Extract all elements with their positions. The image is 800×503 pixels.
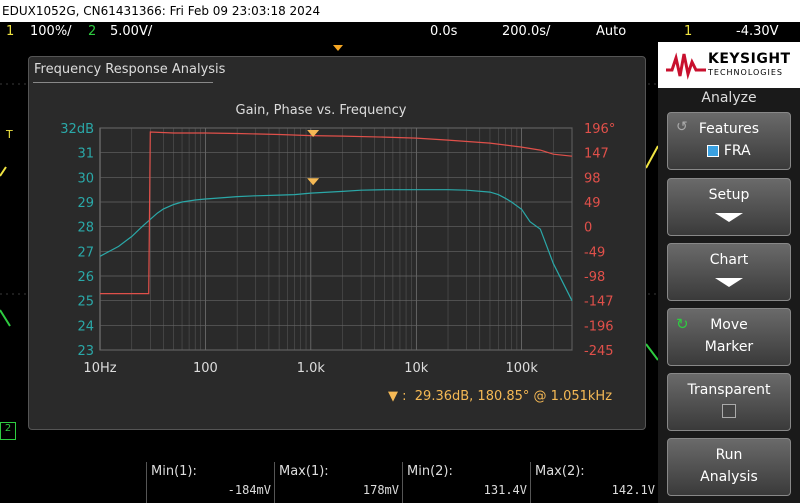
phase-tick-label: 147 bbox=[584, 147, 609, 162]
measurement-min1[interactable]: Min(1): -184mV bbox=[146, 462, 275, 503]
phase-tick-label: 196° bbox=[584, 122, 615, 137]
measurement-label: Max(2): bbox=[535, 464, 585, 479]
measurement-bar: Min(1): -184mV Max(1): 178mV Min(2): 131… bbox=[0, 462, 658, 503]
fra-chart[interactable]: Gain, Phase vs. Frequency 32dB 31 30 29 28 27… bbox=[28, 100, 638, 380]
ch1-scale[interactable]: 100%/ bbox=[30, 22, 72, 42]
measurement-value: 178mV bbox=[362, 483, 399, 497]
time-scale[interactable]: 200.0s/ bbox=[502, 22, 550, 42]
trigger-channel[interactable]: 1 bbox=[684, 22, 692, 42]
checkbox-icon bbox=[707, 145, 720, 157]
ch2-scale[interactable]: 5.00V/ bbox=[110, 22, 152, 42]
gain-tick-label: 25 bbox=[77, 295, 94, 310]
submenu-arrow-icon bbox=[715, 278, 743, 287]
time-delay[interactable]: 0.0s bbox=[430, 22, 457, 42]
submenu-arrow-icon bbox=[715, 213, 743, 222]
phase-tick-label: -196 bbox=[584, 319, 614, 334]
marker-readout-value: 29.36dB, 180.85° @ 1.051kHz bbox=[414, 389, 613, 404]
marker-label: Marker bbox=[704, 339, 754, 355]
ch2-trace bbox=[0, 309, 11, 327]
run-analysis-softkey[interactable]: Run Analysis bbox=[667, 438, 791, 496]
softkey-panel: KEYSIGHT TECHNOLOGIES Analyze ↺ Features… bbox=[658, 42, 800, 503]
ch2-number[interactable]: 2 bbox=[88, 22, 96, 42]
gain-tick-label: 28 bbox=[77, 221, 94, 236]
gain-tick-label: 27 bbox=[77, 245, 94, 260]
window-title-bar: EDUX1052G, CN61431366: Fri Feb 09 23:03:… bbox=[0, 0, 800, 22]
brand-name: KEYSIGHT bbox=[708, 51, 791, 67]
chart-softkey[interactable]: Chart bbox=[667, 243, 791, 301]
gain-tick-label: 31 bbox=[77, 147, 94, 162]
measurement-value: 142.1V bbox=[611, 483, 655, 497]
transparent-checkbox-icon bbox=[722, 404, 736, 418]
gain-tick-label: 24 bbox=[77, 319, 94, 334]
phase-tick-label: -245 bbox=[584, 344, 614, 359]
gain-tick-label: 29 bbox=[77, 196, 94, 211]
measurement-label: Min(2): bbox=[407, 464, 453, 479]
phase-tick-label: 0 bbox=[584, 221, 592, 236]
chart-title: Gain, Phase vs. Frequency bbox=[236, 103, 407, 118]
marker-readout: ▼ : 29.36dB, 180.85° @ 1.051kHz bbox=[388, 389, 613, 404]
setup-softkey[interactable]: Setup bbox=[667, 178, 791, 236]
phase-tick-label: 98 bbox=[584, 171, 601, 186]
ch1-number[interactable]: 1 bbox=[6, 22, 14, 42]
features-value: FRA bbox=[723, 143, 751, 159]
fra-panel-title: Frequency Response Analysis bbox=[34, 62, 226, 77]
measurement-label: Min(1): bbox=[151, 464, 197, 479]
move-marker-softkey[interactable]: ↻ Move Marker bbox=[667, 308, 791, 366]
measurement-min2[interactable]: Min(2): 131.4V bbox=[402, 462, 531, 503]
x-tick-label: 1.0k bbox=[297, 361, 326, 376]
gain-tick-label: 26 bbox=[77, 270, 94, 285]
gain-tick-label: 30 bbox=[77, 171, 94, 186]
run-label: Run bbox=[715, 447, 743, 463]
features-label: Features bbox=[698, 121, 760, 137]
gain-tick-label: 23 bbox=[77, 344, 94, 359]
trigger-mode[interactable]: Auto bbox=[596, 22, 626, 42]
trigger-position-marker[interactable] bbox=[333, 45, 343, 51]
transparent-label: Transparent bbox=[687, 382, 771, 398]
gain-tick-label: 32dB bbox=[60, 122, 94, 137]
x-tick-label: 10Hz bbox=[83, 361, 116, 376]
x-tick-label: 100k bbox=[506, 361, 539, 376]
status-bar: 1 100%/ 2 5.00V/ 0.0s 200.0s/ Auto 1 -4.… bbox=[0, 22, 800, 42]
phase-tick-label: -49 bbox=[584, 245, 605, 260]
window-title: EDUX1052G, CN61431366: Fri Feb 09 23:03:… bbox=[2, 4, 321, 18]
measurement-max2[interactable]: Max(2): 142.1V bbox=[530, 462, 659, 503]
transparent-softkey[interactable]: Transparent bbox=[667, 373, 791, 431]
marker-readout-icon: ▼ bbox=[388, 389, 398, 404]
measurement-value: -184mV bbox=[227, 483, 271, 497]
features-softkey[interactable]: ↺ Features FRA bbox=[667, 112, 791, 170]
setup-label: Setup bbox=[708, 187, 750, 203]
ch1-trace bbox=[0, 166, 7, 177]
phase-tick-label: -147 bbox=[584, 295, 614, 310]
analysis-label: Analysis bbox=[700, 469, 758, 485]
move-label: Move bbox=[710, 317, 748, 333]
ch1-ground-marker[interactable]: T bbox=[6, 128, 13, 141]
keysight-wave-icon bbox=[666, 52, 706, 80]
phase-tick-label: 49 bbox=[584, 196, 601, 211]
x-tick-label: 10k bbox=[404, 361, 429, 376]
x-tick-label: 100 bbox=[193, 361, 218, 376]
keysight-logo: KEYSIGHT TECHNOLOGIES bbox=[658, 42, 800, 88]
fra-title-underline bbox=[33, 82, 213, 83]
plot-area bbox=[99, 127, 573, 351]
menu-title: Analyze bbox=[701, 90, 757, 106]
measurement-max1[interactable]: Max(1): 178mV bbox=[274, 462, 403, 503]
phase-tick-label: -98 bbox=[584, 270, 605, 285]
chart-label: Chart bbox=[709, 252, 749, 268]
features-value-row: FRA bbox=[668, 143, 790, 159]
brand-subtitle: TECHNOLOGIES bbox=[708, 68, 783, 77]
measurement-value: 131.4V bbox=[483, 483, 527, 497]
measurement-label: Max(1): bbox=[279, 464, 329, 479]
trigger-level[interactable]: -4.30V bbox=[736, 22, 779, 42]
ch2-ground-marker[interactable]: 2 bbox=[0, 422, 16, 440]
